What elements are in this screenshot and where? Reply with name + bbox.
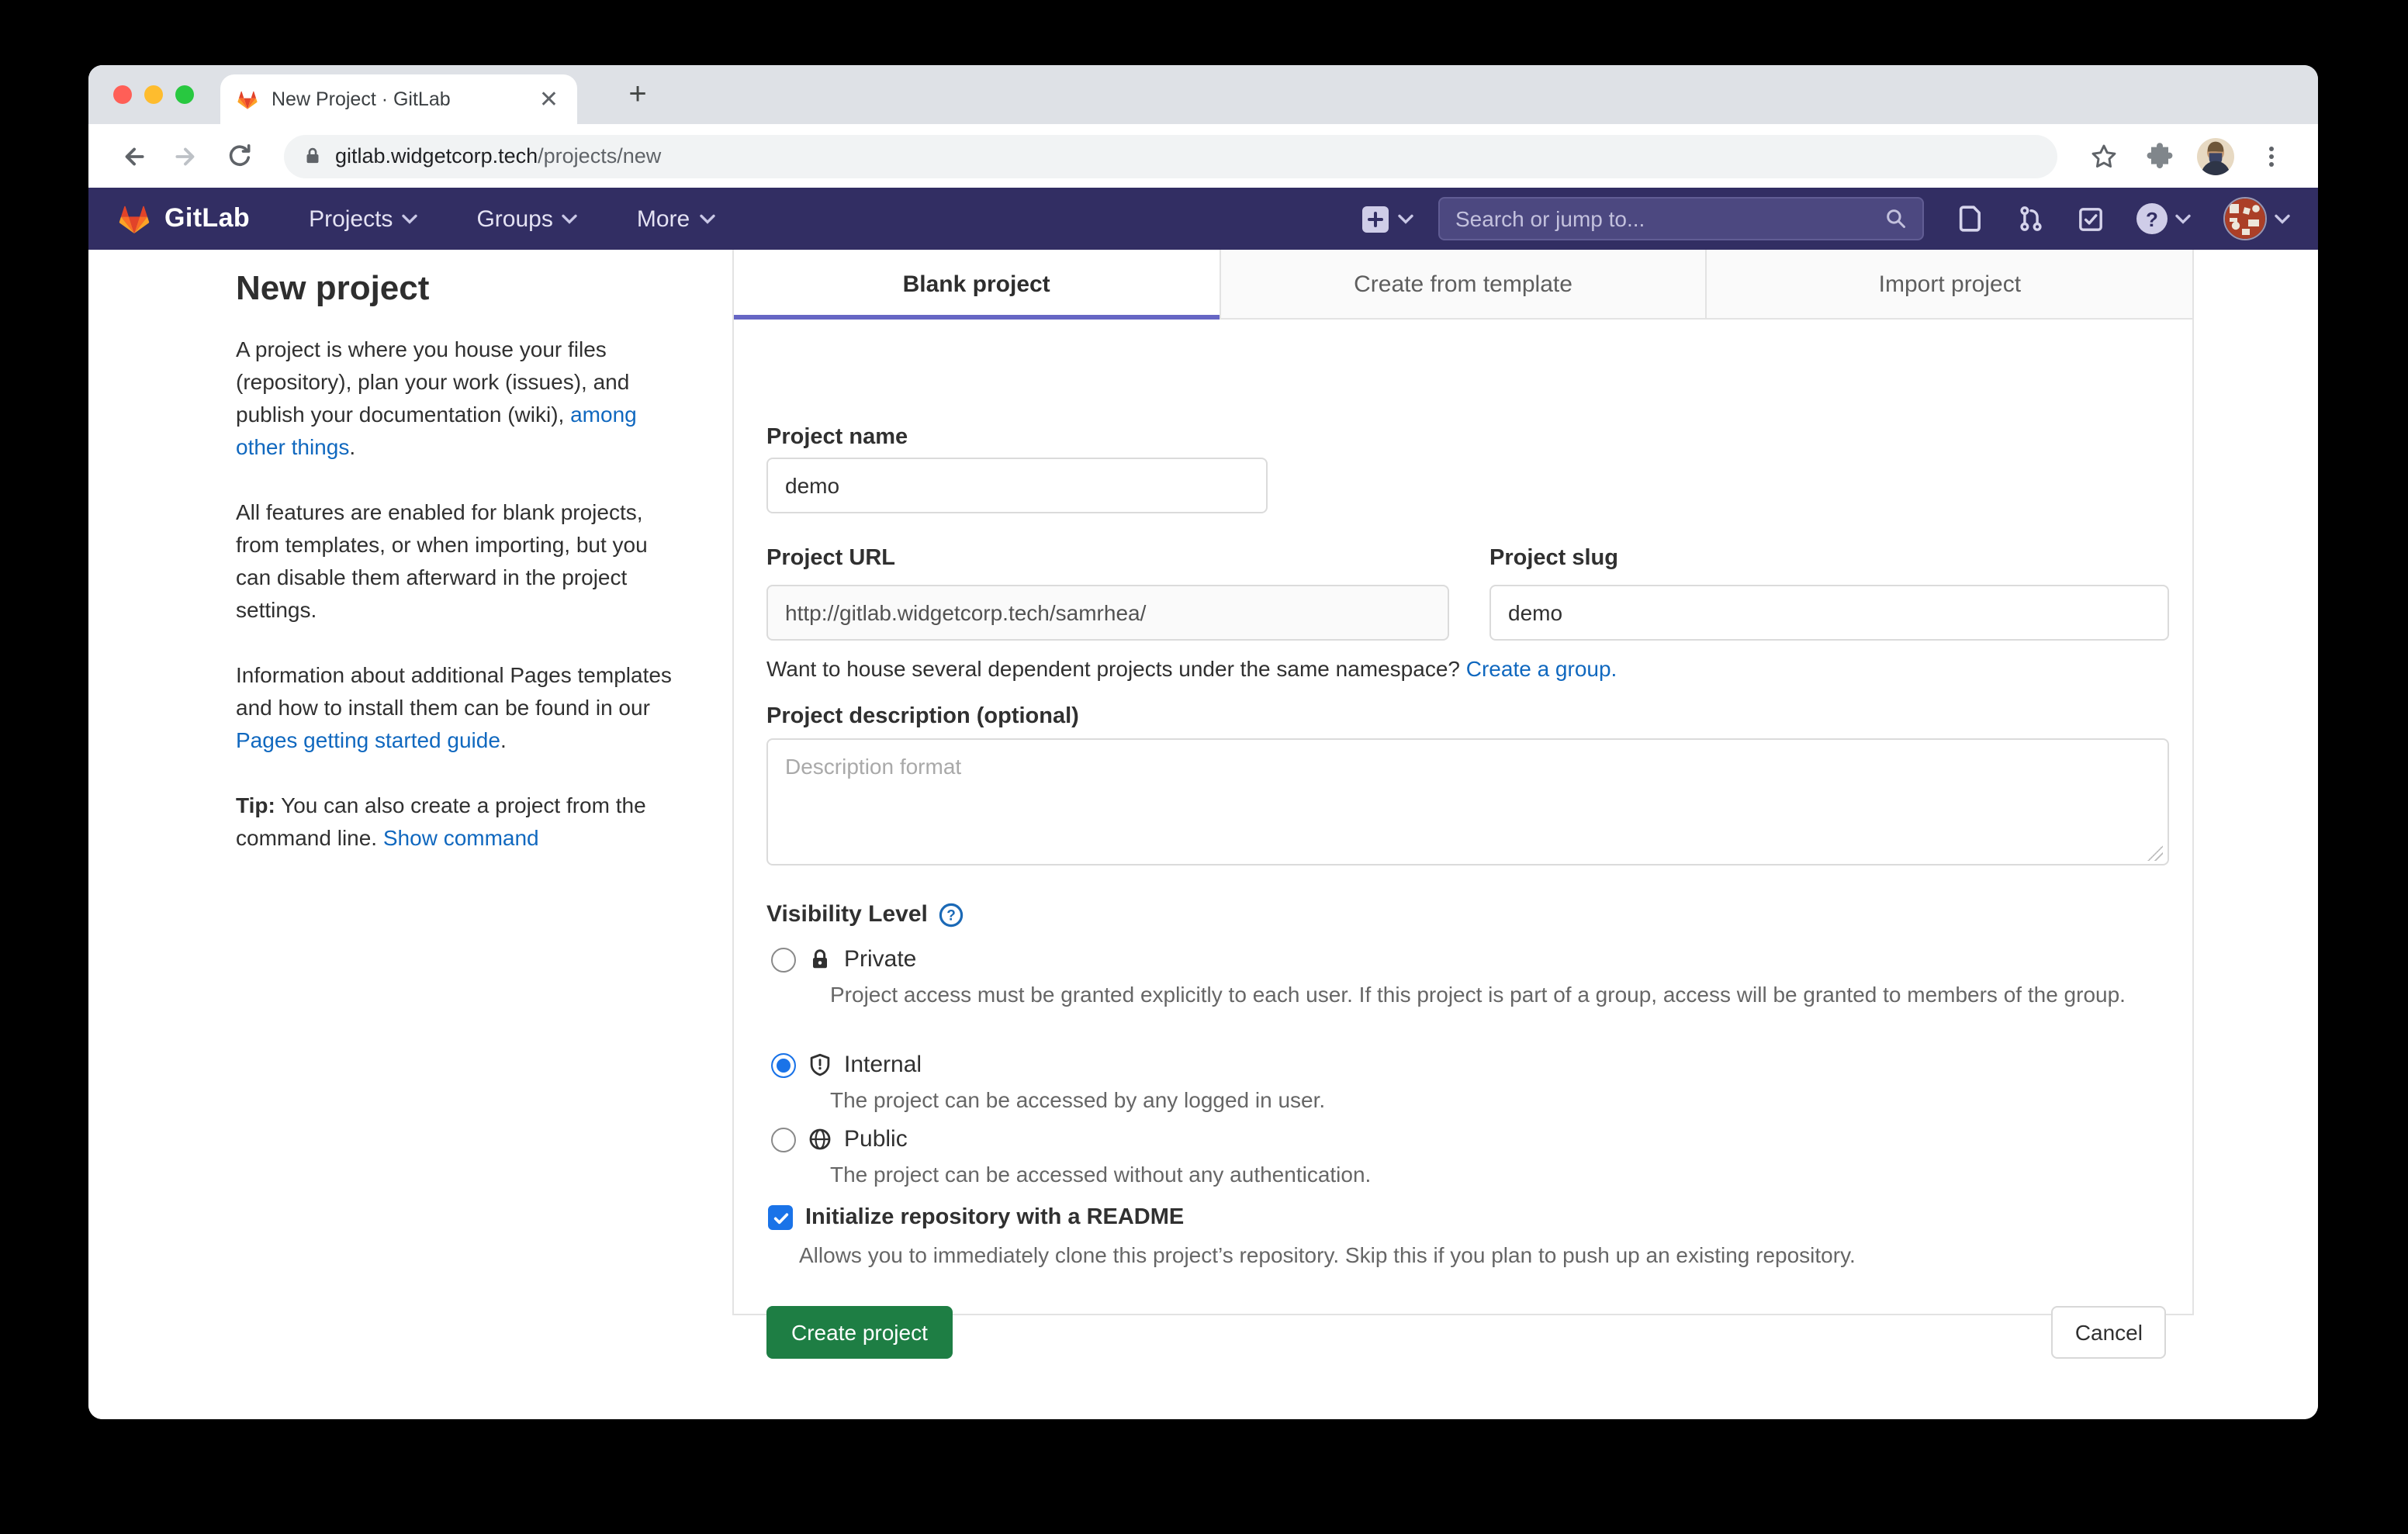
chevron-down-icon bbox=[2175, 213, 2191, 224]
visibility-option-public[interactable]: Public bbox=[771, 1126, 908, 1152]
visibility-description-internal: The project can be accessed by any logge… bbox=[830, 1084, 2157, 1117]
chevron-down-icon bbox=[562, 213, 578, 224]
extensions-icon[interactable] bbox=[2141, 137, 2178, 174]
search-placeholder: Search or jump to... bbox=[1455, 206, 1885, 231]
tab-close-icon[interactable]: ✕ bbox=[536, 85, 562, 114]
sidebar-paragraph: Information about additional Pages templ… bbox=[236, 659, 681, 757]
project-name-input[interactable] bbox=[766, 458, 1268, 513]
create-project-button[interactable]: Create project bbox=[766, 1306, 953, 1359]
star-icon[interactable] bbox=[2085, 137, 2123, 174]
readme-checkbox[interactable] bbox=[768, 1205, 793, 1230]
radio-private[interactable] bbox=[771, 947, 796, 972]
radio-internal[interactable] bbox=[771, 1052, 796, 1077]
lock-icon bbox=[808, 948, 832, 971]
window-controls bbox=[113, 85, 194, 104]
sidebar-paragraph: A project is where you house your files … bbox=[236, 333, 681, 464]
help-icon: ? bbox=[2136, 203, 2168, 234]
gitlab-navbar: GitLab Projects Groups More bbox=[88, 188, 2318, 250]
project-url-input[interactable] bbox=[766, 585, 1449, 641]
browser-window: New Project · GitLab ✕ + gitlab.widgetco… bbox=[88, 65, 2318, 1419]
project-slug-input[interactable] bbox=[1489, 585, 2169, 641]
tab-create-from-template[interactable]: Create from template bbox=[1220, 250, 1707, 320]
menu-groups[interactable]: Groups bbox=[476, 206, 577, 232]
tab-title: New Project · GitLab bbox=[272, 88, 536, 110]
menu-kebab-icon[interactable] bbox=[2253, 137, 2290, 174]
show-command-link[interactable]: Show command bbox=[383, 825, 539, 850]
chevron-down-icon bbox=[2275, 213, 2290, 224]
project-description-label: Project description (optional) bbox=[766, 704, 1079, 729]
plus-menu-icon bbox=[1362, 206, 1389, 232]
readme-description: Allows you to immediately clone this pro… bbox=[799, 1239, 2133, 1272]
browser-tab[interactable]: New Project · GitLab ✕ bbox=[220, 74, 577, 124]
initialize-readme-option[interactable]: Initialize repository with a README bbox=[768, 1205, 1184, 1230]
tab-import-project[interactable]: Import project bbox=[1707, 250, 2192, 320]
navbar-icons: ? bbox=[1958, 197, 2290, 240]
project-type-tabs: Blank project Create from template Impor… bbox=[734, 250, 2192, 320]
brand-name: GitLab bbox=[164, 203, 250, 234]
forward-icon[interactable] bbox=[168, 137, 205, 174]
project-url-label: Project URL bbox=[766, 546, 895, 571]
gitlab-favicon bbox=[236, 88, 259, 111]
textarea-resize-handle[interactable] bbox=[2147, 845, 2163, 861]
url-bar[interactable]: gitlab.widgetcorp.tech/projects/new bbox=[284, 134, 2057, 178]
chevron-down-icon bbox=[1398, 213, 1413, 224]
reload-icon[interactable] bbox=[220, 137, 258, 174]
issues-icon[interactable] bbox=[1958, 205, 1984, 233]
menu-more[interactable]: More bbox=[637, 206, 714, 232]
gitlab-logo[interactable]: GitLab bbox=[116, 201, 250, 237]
tab-blank-project[interactable]: Blank project bbox=[734, 250, 1220, 320]
user-avatar bbox=[2223, 197, 2267, 240]
window-close-button[interactable] bbox=[113, 85, 132, 104]
visibility-description-public: The project can be accessed without any … bbox=[830, 1159, 2157, 1191]
globe-icon bbox=[808, 1128, 832, 1151]
url-text: gitlab.widgetcorp.tech/projects/new bbox=[335, 144, 661, 168]
svg-text:?: ? bbox=[946, 907, 956, 924]
sidebar-paragraph: All features are enabled for blank proje… bbox=[236, 496, 681, 627]
screen: New Project · GitLab ✕ + gitlab.widgetco… bbox=[0, 0, 2408, 1534]
lock-icon bbox=[303, 146, 323, 166]
readme-label: Initialize repository with a README bbox=[805, 1205, 1184, 1230]
create-group-link[interactable]: Create a group. bbox=[1466, 656, 1617, 681]
new-menu-button[interactable] bbox=[1362, 206, 1413, 232]
profile-avatar[interactable] bbox=[2197, 137, 2234, 174]
cancel-button[interactable]: Cancel bbox=[2052, 1306, 2166, 1359]
navbar-menu: Projects Groups More bbox=[309, 206, 714, 232]
chevron-down-icon bbox=[402, 213, 417, 224]
project-slug-label: Project slug bbox=[1489, 546, 1618, 571]
search-icon bbox=[1885, 208, 1907, 230]
window-minimize-button[interactable] bbox=[144, 85, 163, 104]
tanuki-icon bbox=[116, 201, 152, 237]
window-zoom-button[interactable] bbox=[175, 85, 194, 104]
check-icon bbox=[772, 1209, 789, 1226]
help-menu[interactable]: ? bbox=[2136, 203, 2191, 234]
user-menu[interactable] bbox=[2223, 197, 2290, 240]
namespace-hint: Want to house several dependent projects… bbox=[766, 656, 1617, 681]
page-content: New project A project is where you house… bbox=[88, 250, 2318, 1419]
radio-public[interactable] bbox=[771, 1127, 796, 1152]
help-question-icon[interactable]: ? bbox=[939, 902, 964, 927]
todos-icon[interactable] bbox=[2078, 206, 2104, 232]
visibility-description-private: Project access must be granted explicitl… bbox=[830, 979, 2157, 1011]
visibility-option-private[interactable]: Private bbox=[771, 946, 916, 973]
form-actions: Create project Cancel bbox=[766, 1306, 2166, 1359]
menu-projects[interactable]: Projects bbox=[309, 206, 417, 232]
merge-requests-icon[interactable] bbox=[2017, 205, 2045, 233]
sidebar-tip: Tip: You can also create a project from … bbox=[236, 789, 681, 855]
browser-toolbar: gitlab.widgetcorp.tech/projects/new bbox=[88, 124, 2318, 188]
new-project-panel: Blank project Create from template Impor… bbox=[732, 250, 2194, 1315]
visibility-level-label: Visibility Level ? bbox=[766, 901, 964, 928]
project-description-input[interactable] bbox=[766, 738, 2169, 865]
sidebar-explainer: New project A project is where you house… bbox=[236, 253, 681, 887]
chevron-down-icon bbox=[699, 213, 714, 224]
project-name-label: Project name bbox=[766, 425, 908, 450]
browser-tab-strip: New Project · GitLab ✕ + bbox=[88, 65, 2318, 124]
new-tab-button[interactable]: + bbox=[616, 71, 659, 118]
pages-guide-link[interactable]: Pages getting started guide bbox=[236, 727, 500, 752]
search-input[interactable]: Search or jump to... bbox=[1438, 197, 1924, 240]
back-icon[interactable] bbox=[115, 137, 152, 174]
shield-icon bbox=[808, 1053, 832, 1076]
visibility-option-internal[interactable]: Internal bbox=[771, 1052, 922, 1078]
page-title: New project bbox=[236, 268, 681, 309]
